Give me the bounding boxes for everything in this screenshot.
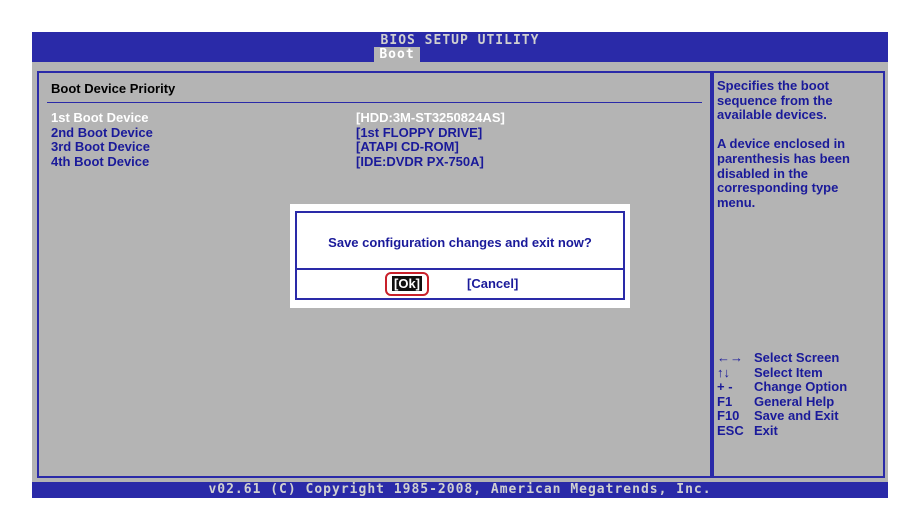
help-text: Specifies the boot sequence from the ava… (717, 78, 877, 225)
key-label: + - (717, 379, 733, 395)
key-description: Save and Exit (754, 408, 839, 424)
boot-device-label: 2nd Boot Device (51, 125, 153, 140)
section-title: Boot Device Priority (51, 81, 176, 96)
ok-button[interactable]: [Ok] (392, 276, 422, 291)
dialog-message: Save configuration changes and exit now? (328, 235, 592, 250)
arrows-left-right-icon: ←→ (717, 350, 743, 365)
save-exit-dialog: Save configuration changes and exit now?… (290, 204, 630, 308)
help-paragraph: Specifies the boot sequence from the ava… (717, 78, 833, 123)
boot-device-label: 1st Boot Device (51, 110, 149, 125)
cancel-button[interactable]: [Cancel] (467, 276, 518, 291)
window-title: BIOS SETUP UTILITY (380, 33, 540, 48)
boot-device-label: 3rd Boot Device (51, 139, 150, 154)
copyright-footer: v02.61 (C) Copyright 1985-2008, American… (32, 482, 888, 498)
key-description: Change Option (754, 379, 848, 395)
help-paragraph: A device enclosed in parenthesis has bee… (717, 136, 850, 210)
key-description: Select Screen (754, 350, 840, 365)
help-panel: Specifies the boot sequence from the ava… (710, 71, 885, 478)
boot-device-value[interactable]: [1st FLOPPY DRIVE] (356, 125, 482, 140)
key-label: F1 (717, 393, 733, 409)
boot-device-label: 4th Boot Device (51, 154, 150, 169)
boot-device-row-4[interactable]: 4th Boot Device [IDE:DVDR PX-750A] (51, 154, 484, 169)
key-description: Select Item (754, 364, 823, 380)
boot-device-value[interactable]: [IDE:DVDR PX-750A] (356, 154, 484, 169)
dialog-frame: Save configuration changes and exit now?… (295, 211, 625, 300)
boot-device-row-1[interactable]: 1st Boot Device [HDD:3M-ST3250824AS] (51, 110, 505, 125)
key-label: F10 (717, 408, 740, 424)
key-label: ESC (717, 422, 744, 438)
boot-device-value[interactable]: [HDD:3M-ST3250824AS] (356, 110, 505, 125)
boot-device-value[interactable]: [ATAPI CD-ROM] (356, 139, 459, 154)
arrows-up-down-icon: ↑↓ (717, 364, 730, 380)
dialog-divider (297, 268, 623, 270)
section-divider (47, 102, 702, 103)
key-description: Exit (754, 422, 778, 438)
boot-device-row-3[interactable]: 3rd Boot Device [ATAPI CD-ROM] (51, 139, 459, 154)
tab-boot[interactable]: Boot (374, 47, 420, 62)
key-description: General Help (754, 393, 835, 409)
title-bar: BIOS SETUP UTILITY Boot (32, 32, 888, 62)
boot-device-row-2[interactable]: 2nd Boot Device [1st FLOPPY DRIVE] (51, 125, 482, 140)
